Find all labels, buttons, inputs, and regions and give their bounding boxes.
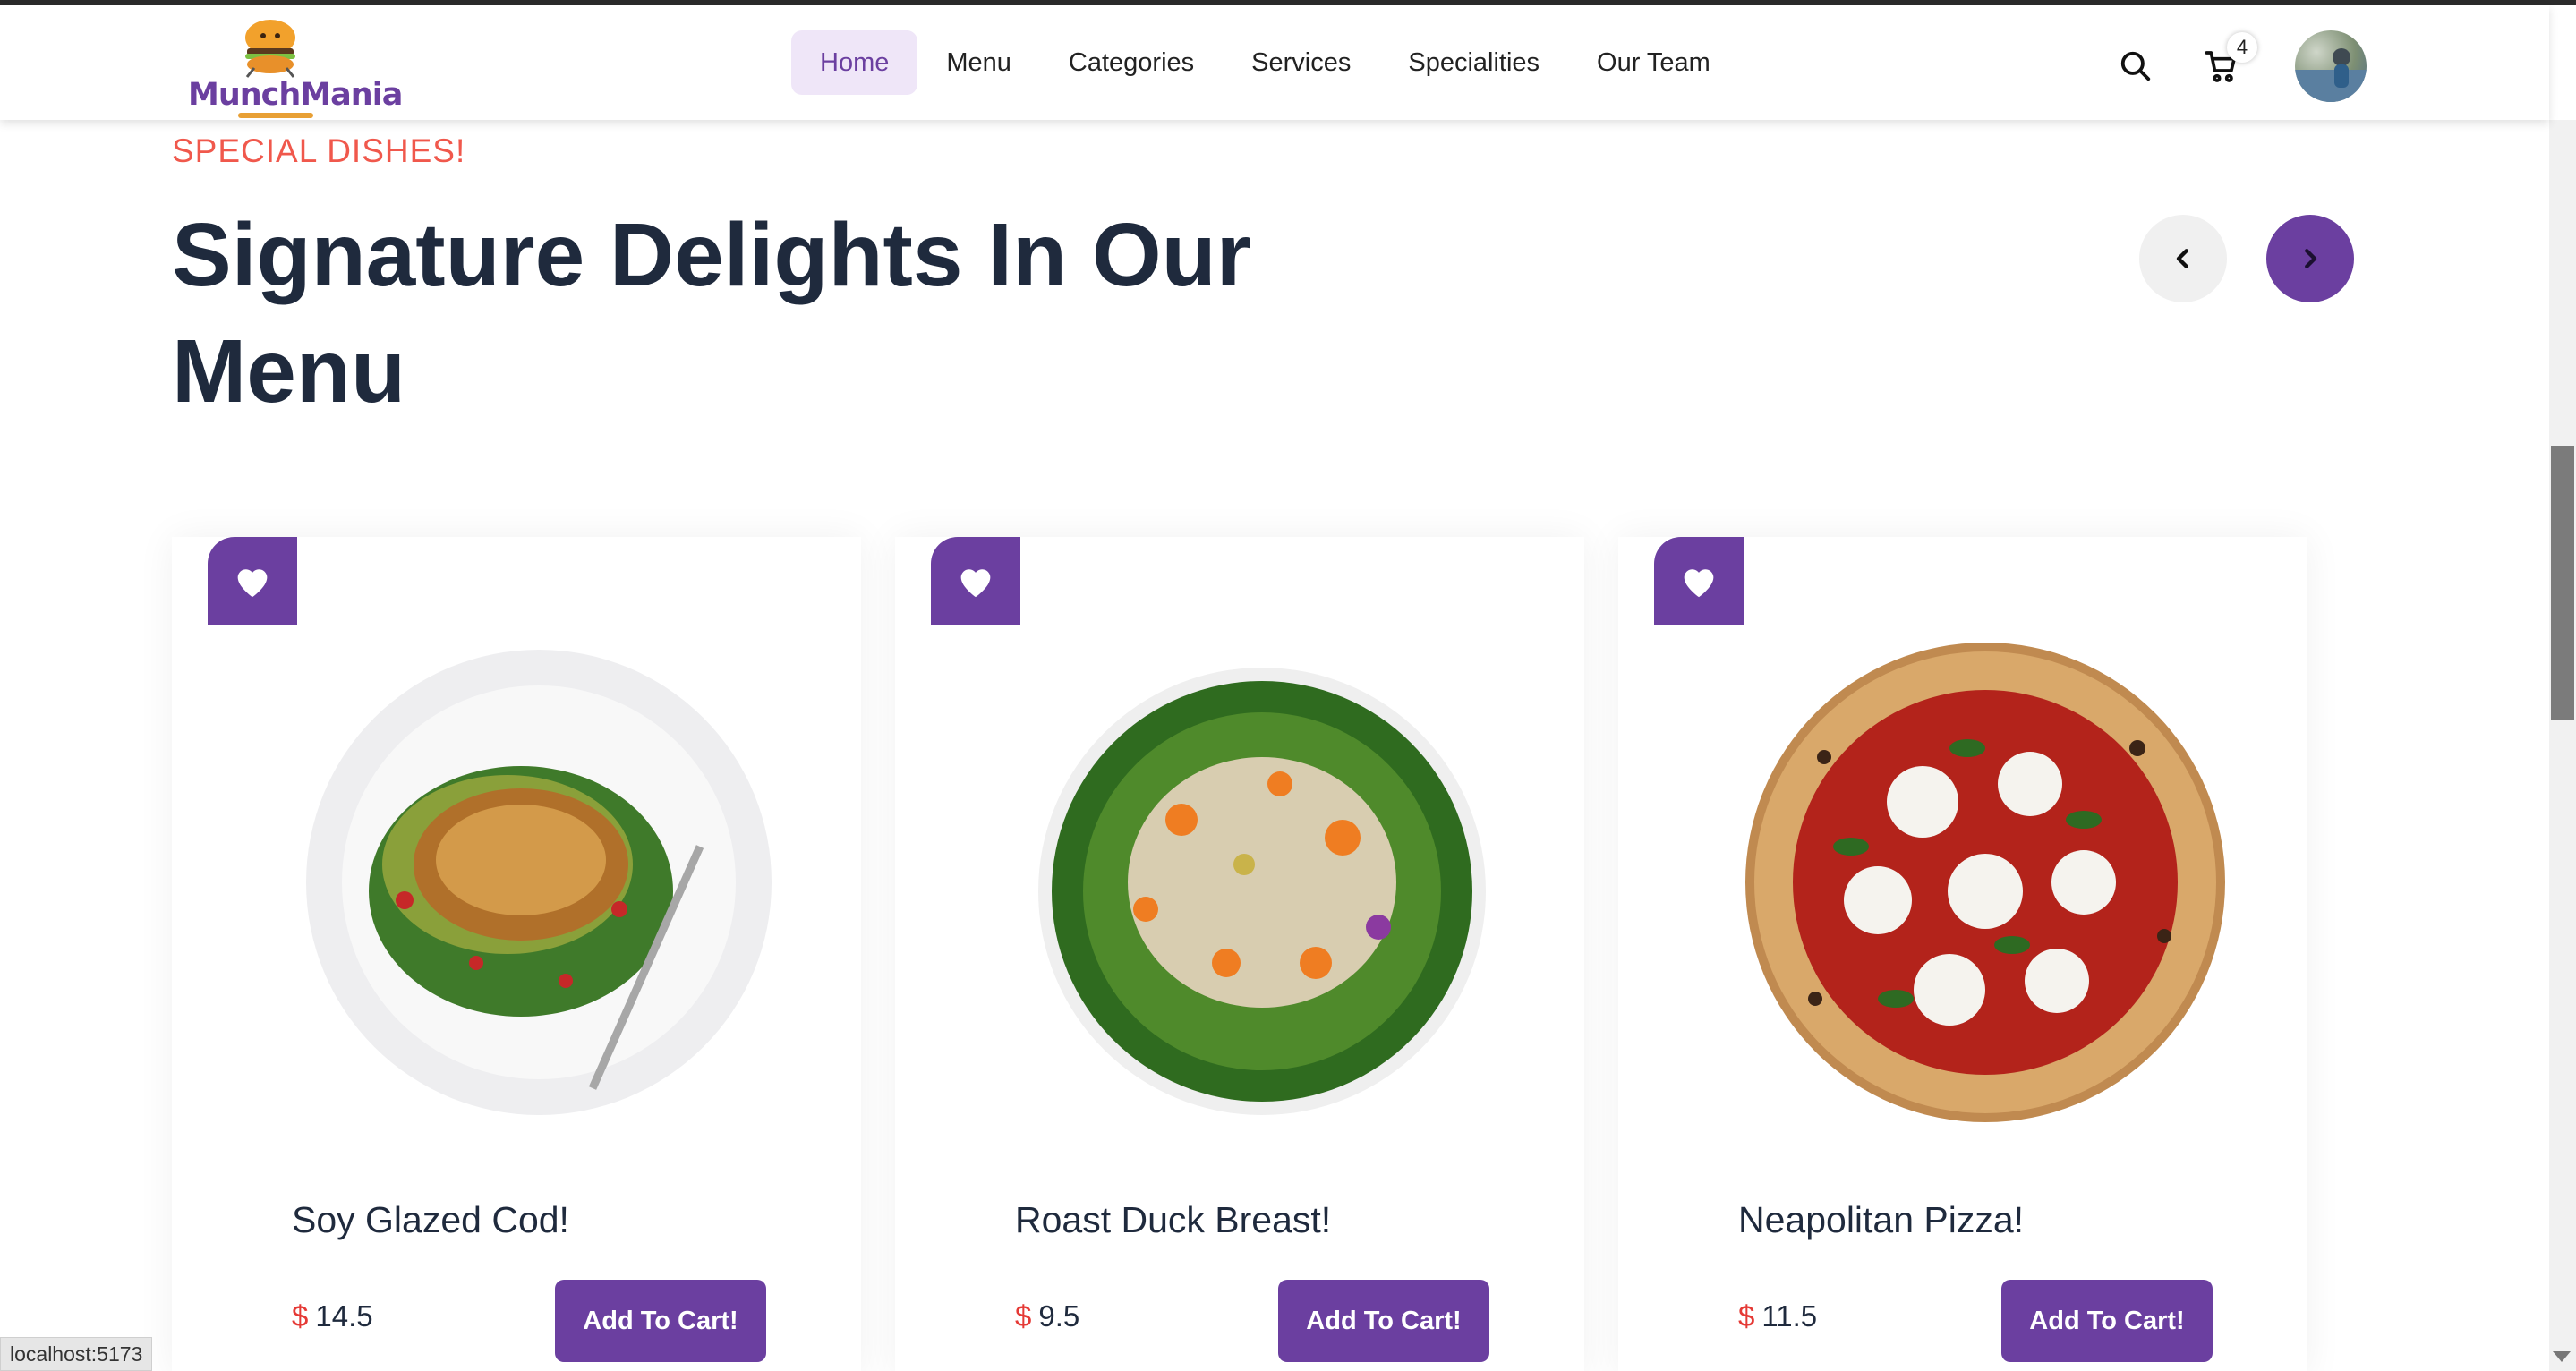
dish-price: $9.5 (1015, 1299, 1079, 1333)
cart-count-badge: 4 (2227, 32, 2257, 63)
search-button[interactable] (2109, 39, 2162, 93)
avatar-photo (2295, 48, 2367, 102)
main-nav: Home Menu Categories Services Specialiti… (791, 30, 1739, 95)
favorite-button[interactable] (1654, 537, 1744, 625)
heart-icon (1684, 569, 1714, 598)
dish-name: Roast Duck Breast! (1015, 1199, 1332, 1240)
scrollbar-track[interactable] (2549, 120, 2576, 1371)
scrollbar-thumb[interactable] (2551, 446, 2574, 720)
dish-card: Soy Glazed Cod! $14.5 Add To Cart! (172, 537, 861, 1371)
add-to-cart-button[interactable]: Add To Cart! (555, 1280, 766, 1362)
price-currency: $ (1738, 1299, 1755, 1333)
dish-card: Roast Duck Breast! $9.5 Add To Cart! (895, 537, 1584, 1371)
dish-price: $11.5 (1738, 1299, 1817, 1333)
favorite-button[interactable] (931, 537, 1020, 625)
price-value: 11.5 (1761, 1299, 1818, 1333)
heart-icon (237, 569, 268, 598)
dish-image-duck (1038, 668, 1486, 1115)
dish-name: Soy Glazed Cod! (292, 1199, 569, 1240)
carousel-next-button[interactable] (2266, 215, 2354, 302)
dish-card: Neapolitan Pizza! $11.5 Add To Cart! (1618, 537, 2307, 1371)
scroll-down-arrow-icon[interactable] (2553, 1351, 2571, 1362)
nav-our-team[interactable]: Our Team (1568, 30, 1739, 95)
dish-name: Neapolitan Pizza! (1738, 1199, 2025, 1240)
price-currency: $ (292, 1299, 309, 1333)
search-icon (2120, 51, 2151, 81)
price-currency: $ (1015, 1299, 1032, 1333)
section-eyebrow: SPECIAL DISHES! (172, 132, 466, 169)
logo[interactable]: MunchMania (184, 13, 403, 120)
price-value: 14.5 (315, 1299, 373, 1333)
burger-mascot-icon (245, 20, 295, 78)
heart-icon (960, 569, 991, 598)
chevron-right-icon (2305, 249, 2317, 268)
navbar: MunchMania Home Menu Categories Services… (0, 5, 2549, 120)
status-bar-url: localhost:5173 (0, 1337, 153, 1371)
nav-services[interactable]: Services (1223, 30, 1379, 95)
carousel-prev-button[interactable] (2139, 215, 2227, 302)
nav-home[interactable]: Home (791, 30, 918, 95)
dish-image-cod (306, 650, 772, 1115)
user-avatar[interactable] (2295, 30, 2367, 102)
favorite-button[interactable] (208, 537, 297, 625)
nav-categories[interactable]: Categories (1040, 30, 1223, 95)
section-title: Signature Delights In Our Menu (172, 205, 1251, 422)
nav-menu[interactable]: Menu (917, 30, 1040, 95)
brand-tagline-strip (238, 113, 313, 118)
brand-name: MunchMania (188, 77, 403, 113)
dish-image-pizza (1745, 643, 2225, 1122)
add-to-cart-button[interactable]: Add To Cart! (2001, 1280, 2213, 1362)
add-to-cart-button[interactable]: Add To Cart! (1278, 1280, 1489, 1362)
chevron-left-icon (2176, 249, 2188, 268)
dish-price: $14.5 (292, 1299, 373, 1333)
nav-specialities[interactable]: Specialities (1379, 30, 1568, 95)
price-value: 9.5 (1038, 1299, 1080, 1333)
